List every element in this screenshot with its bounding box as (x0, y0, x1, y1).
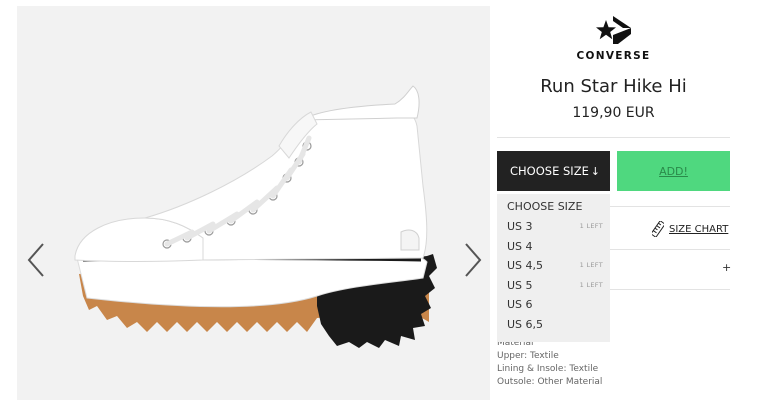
size-option[interactable]: US 3 1 LEFT (507, 220, 603, 233)
stock-badge: 1 LEFT (579, 261, 603, 269)
size-option-label: CHOOSE SIZE (507, 200, 583, 213)
size-option[interactable]: US 4,5 1 LEFT (507, 259, 603, 272)
stock-badge: 1 LEFT (579, 281, 603, 289)
brand-name: CONVERSE (576, 50, 651, 62)
material-line: Lining & Insole: Textile (497, 364, 599, 374)
add-to-cart-button[interactable]: ADD! (617, 151, 730, 191)
size-option-label: US 5 (507, 279, 533, 292)
product-image-gallery (17, 6, 490, 400)
size-option-header[interactable]: CHOOSE SIZE (507, 200, 603, 213)
material-info: Material Upper: Textile Lining & Insole:… (497, 337, 602, 389)
size-dropdown: CHOOSE SIZE US 3 1 LEFT US 4 US 4,5 1 LE… (497, 194, 610, 342)
material-line: Upper: Textile (497, 351, 559, 361)
divider (497, 137, 730, 138)
size-option-label: US 4,5 (507, 259, 544, 272)
product-info-panel: CONVERSE Run Star Hike Hi 119,90 EUR CHO… (497, 0, 731, 401)
arrow-down-icon: ↓ (590, 165, 600, 178)
size-option-label: US 6 (507, 298, 533, 311)
size-option[interactable]: US 5 1 LEFT (507, 279, 603, 292)
product-title: Run Star Hike Hi (540, 76, 687, 97)
size-chart-label: SIZE CHART (669, 223, 729, 235)
chevron-right-icon[interactable] (462, 240, 484, 280)
size-option-label: US 6,5 (507, 318, 544, 331)
choose-size-button[interactable]: CHOOSE SIZE ↓ (497, 151, 610, 191)
size-option-label: US 3 (507, 220, 533, 233)
size-option[interactable]: US 6,5 (507, 318, 603, 331)
size-chart-link[interactable]: SIZE CHART (652, 221, 728, 237)
ruler-icon (652, 221, 664, 237)
product-image-shoe (74, 85, 437, 348)
size-option[interactable]: US 4 (507, 240, 603, 253)
product-price: 119,90 EUR (572, 105, 655, 121)
converse-logo-icon (595, 16, 631, 44)
material-line: Outsole: Other Material (497, 377, 603, 387)
size-option[interactable]: US 6 (507, 298, 603, 311)
expand-details-icon[interactable]: + (722, 261, 731, 274)
size-option-label: US 4 (507, 240, 533, 253)
chevron-left-icon[interactable] (25, 240, 47, 280)
stock-badge: 1 LEFT (579, 222, 603, 230)
choose-size-label: CHOOSE SIZE (510, 164, 589, 178)
